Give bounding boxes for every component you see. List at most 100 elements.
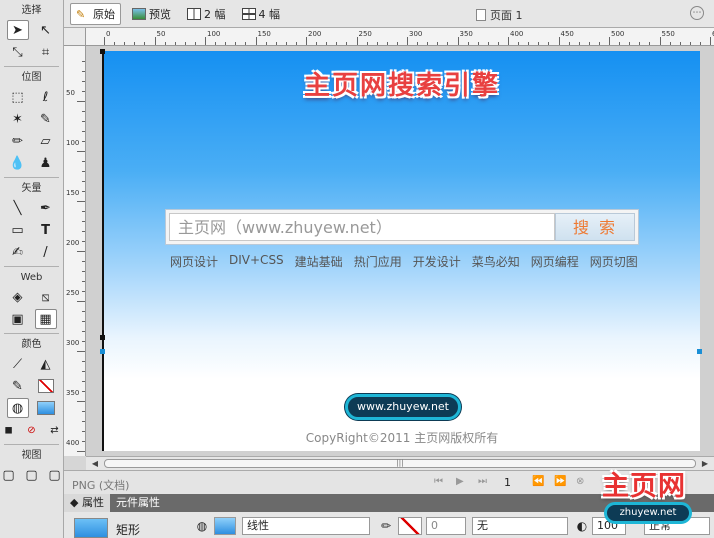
page-selector-label: 页面 1 <box>490 9 523 22</box>
ruler-minor-tick <box>669 42 671 45</box>
ruler-minor-tick <box>326 42 328 45</box>
pen-tool-icon[interactable]: ✒ <box>35 198 57 218</box>
ruler-minor-tick <box>396 42 398 45</box>
pointer-tool-icon[interactable]: ➤ <box>6 20 29 40</box>
eraser-tool-icon[interactable]: ▱ <box>35 131 57 151</box>
selection-handle[interactable] <box>697 349 702 354</box>
brand-url: zhuyew.net <box>604 502 692 524</box>
stroke-color-swatch[interactable] <box>398 517 422 535</box>
text-tool-icon[interactable]: T <box>35 220 57 240</box>
ruler-minor-tick <box>366 42 368 45</box>
ruler-minor-tick <box>82 181 85 182</box>
default-colors-icon[interactable]: ◼ <box>0 420 17 440</box>
page-options-icon[interactable]: ⋯ <box>690 6 704 20</box>
ruler-left: 50 100 150 200 250 300 350 400 <box>64 46 86 456</box>
ruler-minor-tick <box>174 42 176 45</box>
view-4up-button[interactable]: 4 幅 <box>237 4 286 24</box>
magic-wand-icon[interactable]: ✶ <box>7 109 29 129</box>
fill-type-select[interactable]: 线性 <box>242 517 370 535</box>
brush-tool-icon[interactable]: ✎ <box>35 109 57 129</box>
tools-section-vector: 矢量 <box>21 183 42 194</box>
ruler-minor-tick <box>528 42 530 45</box>
ruler-minor-tick <box>518 42 520 45</box>
rectangle-tool-icon[interactable]: ▭ <box>7 220 29 240</box>
ruler-minor-tick <box>82 281 85 282</box>
quick-link[interactable]: DIV+CSS <box>229 253 284 270</box>
stroke-size-field[interactable]: 0 <box>426 517 466 535</box>
swap-colors-icon[interactable]: ⇄ <box>46 420 63 440</box>
ruler-minor-tick <box>82 221 85 222</box>
lasso-tool-icon[interactable]: ℓ <box>35 87 57 107</box>
fill-color-icon[interactable]: ◍ <box>6 398 29 418</box>
ruler-tick <box>659 37 661 45</box>
stop-icon[interactable]: ⊗ <box>576 476 584 487</box>
standard-screen-icon[interactable]: ▢ <box>0 465 17 485</box>
selection-handle[interactable] <box>100 349 105 354</box>
hotspot-tool-icon[interactable]: ◈ <box>7 287 29 307</box>
next-frame-icon[interactable]: ⏩ <box>554 476 566 487</box>
full-screen-icon[interactable]: ▢ <box>46 465 63 485</box>
stroke-color-icon[interactable]: ✎ <box>7 376 29 396</box>
crop-tool-icon[interactable]: ⌗ <box>35 42 57 62</box>
line-tool-icon[interactable]: ╲ <box>7 198 29 218</box>
full-screen-menu-icon[interactable]: ▢ <box>23 465 40 485</box>
view-2up-button[interactable]: 2 幅 <box>182 4 231 24</box>
stroke-color-swatch[interactable] <box>35 376 57 396</box>
ruler-tick <box>104 37 105 45</box>
show-slices-icon[interactable]: ▦ <box>34 309 57 329</box>
search-button[interactable]: 搜索 <box>555 213 635 241</box>
tab-symbol-properties[interactable]: 元件属性 <box>110 494 166 512</box>
subselect-tool-icon[interactable]: ↖ <box>35 20 57 40</box>
selection-handle[interactable] <box>100 49 105 54</box>
search-input[interactable]: 主页网（www.zhuyew.net） <box>169 213 555 241</box>
ruler-minor-tick <box>578 42 580 45</box>
stroke-type-select[interactable]: 无 <box>472 517 568 535</box>
last-frame-icon[interactable]: ⏭ <box>478 476 487 487</box>
view-4up-label: 4 幅 <box>258 7 281 21</box>
scroll-left-icon[interactable]: ◀ <box>88 457 102 470</box>
fill-color-swatch[interactable] <box>214 517 236 535</box>
quick-link[interactable]: 建站基础 <box>295 253 343 270</box>
ruler-minor-tick <box>114 42 116 45</box>
ruler-minor-tick <box>477 42 479 45</box>
tools-panel: 选择 ➤ ↖ ⤡ ⌗ 位图 ⬚ ℓ ✶ ✎ ✏ ▱ 💧 ♟ 矢量 ╲ ✒ ▭ T… <box>0 0 64 538</box>
first-frame-icon[interactable]: ⏮ <box>434 476 443 487</box>
stamp-tool-icon[interactable]: ♟ <box>35 153 57 173</box>
slice-tool-icon[interactable]: ⧅ <box>35 287 57 307</box>
selection-handle[interactable] <box>100 335 105 340</box>
view-original-button[interactable]: ✎ 原始 <box>70 2 121 25</box>
quick-link[interactable]: 网页设计 <box>170 253 218 270</box>
ruler-minor-tick <box>82 421 85 422</box>
ruler-tick <box>205 37 206 45</box>
play-icon[interactable]: ▶ <box>456 476 464 487</box>
eyedropper-tool-icon[interactable]: ⟋ <box>7 354 29 374</box>
prev-frame-icon[interactable]: ⏪ <box>532 476 544 487</box>
paint-bucket-icon[interactable]: ◭ <box>35 354 57 374</box>
quick-links: 网页设计 DIV+CSS 建站基础 热门应用 开发设计 菜鸟必知 网页编程 网页… <box>170 253 638 270</box>
quick-link[interactable]: 网页切图 <box>590 253 638 270</box>
quick-link[interactable]: 开发设计 <box>413 253 461 270</box>
quick-link[interactable]: 网页编程 <box>531 253 579 270</box>
hide-slices-icon[interactable]: ▣ <box>7 309 29 329</box>
view-preview-button[interactable]: 预览 <box>127 4 176 24</box>
pencil-tool-icon[interactable]: ✏ <box>7 131 29 151</box>
search-box: 主页网（www.zhuyew.net） 搜索 <box>165 209 639 245</box>
blur-tool-icon[interactable]: 💧 <box>7 153 29 173</box>
document-canvas[interactable]: 主页网搜索引擎 主页网（www.zhuyew.net） 搜索 网页设计 DIV+… <box>100 49 702 451</box>
fill-color-swatch[interactable] <box>35 398 57 418</box>
marquee-tool-icon[interactable]: ⬚ <box>7 87 29 107</box>
freeform-tool-icon[interactable]: ✍ <box>7 242 29 262</box>
document-toolbar: ✎ 原始 预览 2 幅 4 幅 页面 1 ⋯ <box>64 0 714 28</box>
ruler-minor-tick <box>215 42 217 45</box>
tools-section-colors: 颜色 <box>21 339 42 350</box>
quick-link[interactable]: 热门应用 <box>354 253 402 270</box>
ruler-minor-tick <box>82 211 85 212</box>
tab-properties[interactable]: ◆ 属性 <box>64 494 110 512</box>
no-stroke-icon[interactable]: ⊘ <box>23 420 40 440</box>
page-selector[interactable]: 页面 1 <box>476 7 523 23</box>
knife-tool-icon[interactable]: / <box>35 242 57 262</box>
scale-tool-icon[interactable]: ⤡ <box>7 42 29 62</box>
ruler-minor-tick <box>82 161 85 162</box>
ruler-minor-tick <box>82 371 85 372</box>
quick-link[interactable]: 菜鸟必知 <box>472 253 520 270</box>
